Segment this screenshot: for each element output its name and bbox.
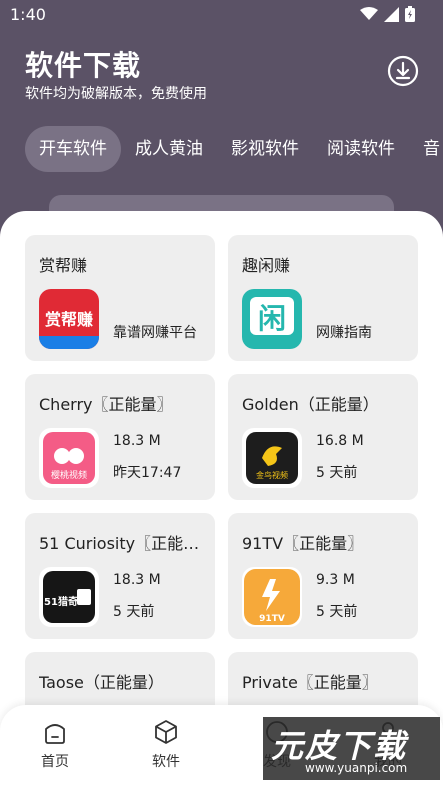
app-icon-text: 金鸟视频 <box>256 470 288 480</box>
page-title: 软件下载 <box>25 49 142 82</box>
status-time: 1:40 <box>10 5 46 24</box>
signal-icon <box>384 6 399 22</box>
app-icon-text: 91TV <box>259 614 285 624</box>
wifi-icon <box>360 7 378 20</box>
nav-home[interactable]: 首页 <box>25 719 85 771</box>
app-name: Cherry〖正能量〗 <box>39 395 173 414</box>
golden-bird-app-icon: 金鸟视频 <box>242 428 302 488</box>
quxianzhuan-app-icon: 闲 <box>242 289 302 349</box>
app-size: 18.3 M <box>113 572 161 588</box>
app-date: 昨天17:47 <box>113 465 182 481</box>
watermark-url: www.yuanpi.com <box>305 761 408 775</box>
app-card[interactable]: 91TV〖正能量〗 91TV 9.3 M 5 天前 <box>228 513 418 639</box>
app-date: 5 天前 <box>113 604 155 620</box>
tab-video-apps[interactable]: 影视软件 <box>217 126 313 172</box>
app-name: 赏帮赚 <box>39 256 88 275</box>
app-size: 16.8 M <box>316 433 364 449</box>
app-name: Taose（正能量） <box>39 673 164 692</box>
nav-home-label: 首页 <box>41 754 69 770</box>
app-size: 9.3 M <box>316 572 355 588</box>
tab-more[interactable]: 音 <box>409 126 443 172</box>
app-icon-text: 闲 <box>258 302 286 335</box>
home-icon <box>45 724 65 744</box>
app-size: 18.3 M <box>113 433 161 449</box>
status-bar: 1:40 <box>0 0 443 30</box>
app-date: 5 天前 <box>316 604 358 620</box>
app-name: 趣闲赚 <box>242 256 291 275</box>
app-card[interactable]: 赏帮赚 赏帮赚 靠谱网赚平台 <box>25 235 215 361</box>
app-icon-text: 51猎奇 <box>44 595 78 608</box>
91tv-app-icon: 91TV <box>242 567 302 627</box>
app-icon-text: 樱桃视频 <box>51 469 87 481</box>
download-icon[interactable] <box>387 55 419 87</box>
app-card[interactable]: 51 Curiosity〖正能量〗 51猎奇 18.3 M 5 天前 <box>25 513 215 639</box>
tab-adult-apps[interactable]: 开车软件 <box>25 126 121 172</box>
51-curiosity-app-icon: 51猎奇 <box>39 567 99 627</box>
shangbangzhuan-app-icon: 赏帮赚 <box>39 289 99 349</box>
app-description: 网赚指南 <box>316 325 372 341</box>
app-card[interactable]: 趣闲赚 闲 网赚指南 <box>228 235 418 361</box>
cherry-app-icon: 樱桃视频 <box>39 428 99 488</box>
category-tabs: 开车软件 成人黄油 影视软件 阅读软件 音 <box>25 126 443 172</box>
nav-software-label: 软件 <box>152 754 180 770</box>
app-list-sheet: 赏帮赚 赏帮赚 靠谱网赚平台 趣闲赚 闲 网赚指南 Cherry〖正能量〗 樱桃… <box>0 211 443 788</box>
system-icons <box>360 6 415 22</box>
app-name: 91TV〖正能量〗 <box>242 534 364 553</box>
page-subtitle: 软件均为破解版本，免费使用 <box>25 86 207 102</box>
app-date: 5 天前 <box>316 465 358 481</box>
app-name: 51 Curiosity〖正能量〗 <box>39 534 205 553</box>
app-name: Golden（正能量） <box>242 395 379 414</box>
app-icon-text: 赏帮赚 <box>45 310 93 329</box>
battery-icon <box>405 6 415 22</box>
app-card[interactable]: Cherry〖正能量〗 樱桃视频 18.3 M 昨天17:47 <box>25 374 215 500</box>
tab-adult-games[interactable]: 成人黄油 <box>121 126 217 172</box>
cube-icon <box>155 720 177 744</box>
app-name: Private〖正能量〗 <box>242 673 378 692</box>
app-card[interactable]: Golden（正能量） 金鸟视频 16.8 M 5 天前 <box>228 374 418 500</box>
watermark: 元皮下载 www.yuanpi.com <box>263 717 440 780</box>
nav-software[interactable]: 软件 <box>136 719 196 771</box>
app-description: 靠谱网赚平台 <box>113 325 197 341</box>
tab-reading-apps[interactable]: 阅读软件 <box>313 126 409 172</box>
